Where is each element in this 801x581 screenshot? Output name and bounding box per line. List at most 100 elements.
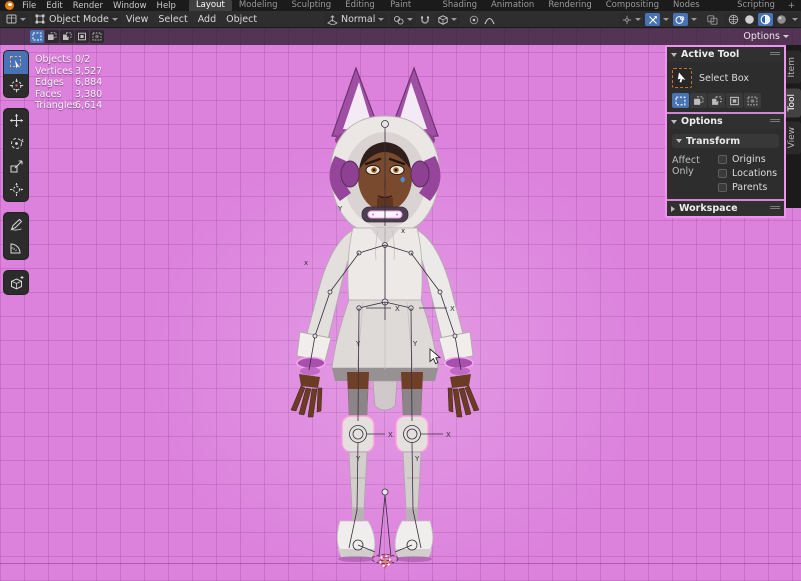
tool-add-cube[interactable] xyxy=(4,271,28,294)
tool-select-box[interactable] xyxy=(4,51,28,74)
parents-checkbox[interactable] xyxy=(718,183,727,192)
panel-grip-icon[interactable] xyxy=(770,206,780,211)
snap-toggle[interactable] xyxy=(417,13,432,26)
workspace-tab-sculpting[interactable]: Sculpting xyxy=(285,0,339,11)
sidebar-panel: Active Tool Select Box xyxy=(665,45,786,218)
chevron-down-icon xyxy=(783,35,789,38)
transform-orientation-selector[interactable]: Normal xyxy=(324,13,387,26)
menu-edit[interactable]: Edit xyxy=(41,1,67,11)
affect-only-label: Affect Only xyxy=(672,154,718,193)
workspace-header[interactable]: Workspace xyxy=(667,201,784,216)
select-box-tool-button[interactable] xyxy=(672,68,692,88)
select-mode-subtract-button[interactable] xyxy=(60,30,74,43)
shading-wireframe-icon xyxy=(728,14,739,25)
mode-selector[interactable]: Object Mode xyxy=(32,13,121,26)
menu-view[interactable]: View xyxy=(121,14,154,25)
chevron-down-icon[interactable] xyxy=(792,18,798,21)
tool-annotate[interactable] xyxy=(4,213,28,236)
tool-transform[interactable] xyxy=(4,178,28,201)
menu-render[interactable]: Render xyxy=(68,1,108,11)
topbar: File Edit Render Window Help Layout Mode… xyxy=(0,0,801,11)
add-workspace-button[interactable]: + xyxy=(782,1,801,11)
menu-file[interactable]: File xyxy=(17,1,41,11)
menu-window[interactable]: Window xyxy=(108,1,152,11)
origins-checkbox[interactable] xyxy=(718,155,727,164)
tool-rotate[interactable] xyxy=(4,132,28,155)
active-tool-name: Select Box xyxy=(699,73,749,84)
object-mode-icon xyxy=(35,14,45,24)
move-tool-icon xyxy=(9,113,24,128)
shading-material-button[interactable] xyxy=(758,13,773,26)
stat-triangles: Triangles 6,614 xyxy=(35,100,102,112)
tool-cursor[interactable] xyxy=(4,74,28,97)
viewport-options-dropdown[interactable]: Options xyxy=(739,30,793,43)
select-mode-extend-button[interactable] xyxy=(690,93,707,108)
stat-edges: Edges 6,884 xyxy=(35,77,102,89)
proportional-editing-toggle[interactable] xyxy=(466,13,481,26)
workspace-tab-shading[interactable]: Shading xyxy=(435,0,484,11)
select-mode-new-button[interactable] xyxy=(30,30,44,43)
xray-toggle[interactable] xyxy=(705,13,720,26)
panel-grip-icon[interactable] xyxy=(770,119,780,124)
expand-arrow-icon xyxy=(671,206,675,212)
select-mode-new-button[interactable] xyxy=(672,93,689,108)
tool-scale[interactable] xyxy=(4,155,28,178)
pivot-point-selector[interactable] xyxy=(390,13,416,26)
workspace-tab-layout[interactable]: Layout xyxy=(189,0,232,11)
add-cube-icon xyxy=(9,275,24,290)
select-mode-extend-button[interactable] xyxy=(45,30,59,43)
workspace-tab-rendering[interactable]: Rendering xyxy=(541,0,598,11)
tool-move[interactable] xyxy=(4,109,28,132)
workspace-tab-scripting[interactable]: Scripting xyxy=(730,0,782,11)
snap-target-selector[interactable] xyxy=(435,13,460,26)
shading-material-icon xyxy=(760,14,771,25)
workspace-tab-uv-editing[interactable]: UV Editing xyxy=(338,0,383,11)
blender-logo-icon[interactable] xyxy=(4,1,15,10)
shading-rendered-button[interactable] xyxy=(774,13,789,26)
affect-locations-row: Locations xyxy=(718,168,777,179)
transform-subpanel-header[interactable]: Transform xyxy=(672,134,779,148)
transform-title: Transform xyxy=(686,136,740,147)
sidebar-tab-item[interactable]: Item xyxy=(786,51,801,84)
locations-checkbox[interactable] xyxy=(718,169,727,178)
workspace-tab-animation[interactable]: Animation xyxy=(484,0,541,11)
select-mode-intersect-button[interactable] xyxy=(90,30,104,43)
select-mode-subtract-button[interactable] xyxy=(708,93,725,108)
stat-faces: Faces 3,380 xyxy=(35,89,102,101)
sidebar-tab-tool[interactable]: Tool xyxy=(786,88,801,117)
proportional-falloff-selector[interactable] xyxy=(482,13,497,26)
panel-select-modes xyxy=(672,93,779,108)
proportional-editing-icon xyxy=(469,15,479,25)
workspace-tab-compositing[interactable]: Compositing xyxy=(599,0,666,11)
select-mode-invert-button[interactable] xyxy=(726,93,743,108)
workspace-tab-modeling[interactable]: Modeling xyxy=(232,0,285,11)
workspace-tab-geometry-nodes[interactable]: Geometry Nodes xyxy=(666,0,730,11)
select-mode-intersect-button[interactable] xyxy=(744,93,761,108)
active-tool-header[interactable]: Active Tool xyxy=(667,47,784,62)
tool-measure[interactable] xyxy=(4,236,28,259)
panel-grip-icon[interactable] xyxy=(770,52,780,57)
workspace-tab-texture-paint[interactable]: Texture Paint xyxy=(383,0,435,11)
affect-origins-row: Origins xyxy=(718,154,777,165)
show-overlays-toggle[interactable] xyxy=(673,13,688,26)
stat-label: Triangles xyxy=(35,100,75,112)
gizmo-settings[interactable] xyxy=(619,13,644,26)
shading-solid-button[interactable] xyxy=(742,13,757,26)
statistics-overlay: Objects 0/2 Vertices 3,527 Edges 6,884 F… xyxy=(35,54,102,112)
options-header[interactable]: Options xyxy=(667,114,784,129)
menu-select[interactable]: Select xyxy=(153,14,192,25)
sidebar-tab-view[interactable]: View xyxy=(786,121,801,154)
shading-wireframe-button[interactable] xyxy=(726,13,741,26)
options-label: Options xyxy=(743,31,780,42)
show-gizmos-toggle[interactable] xyxy=(645,13,660,26)
chevron-down-icon[interactable] xyxy=(663,18,669,21)
menu-add[interactable]: Add xyxy=(193,14,221,25)
select-mode-invert-button[interactable] xyxy=(75,30,89,43)
menu-help[interactable]: Help xyxy=(152,1,181,11)
editor-type-selector[interactable] xyxy=(3,13,29,26)
stat-label: Objects xyxy=(35,54,75,66)
chevron-down-icon[interactable] xyxy=(691,18,697,21)
stat-value: 0/2 xyxy=(75,54,90,66)
menu-object[interactable]: Object xyxy=(221,14,262,25)
stat-label: Vertices xyxy=(35,66,75,78)
